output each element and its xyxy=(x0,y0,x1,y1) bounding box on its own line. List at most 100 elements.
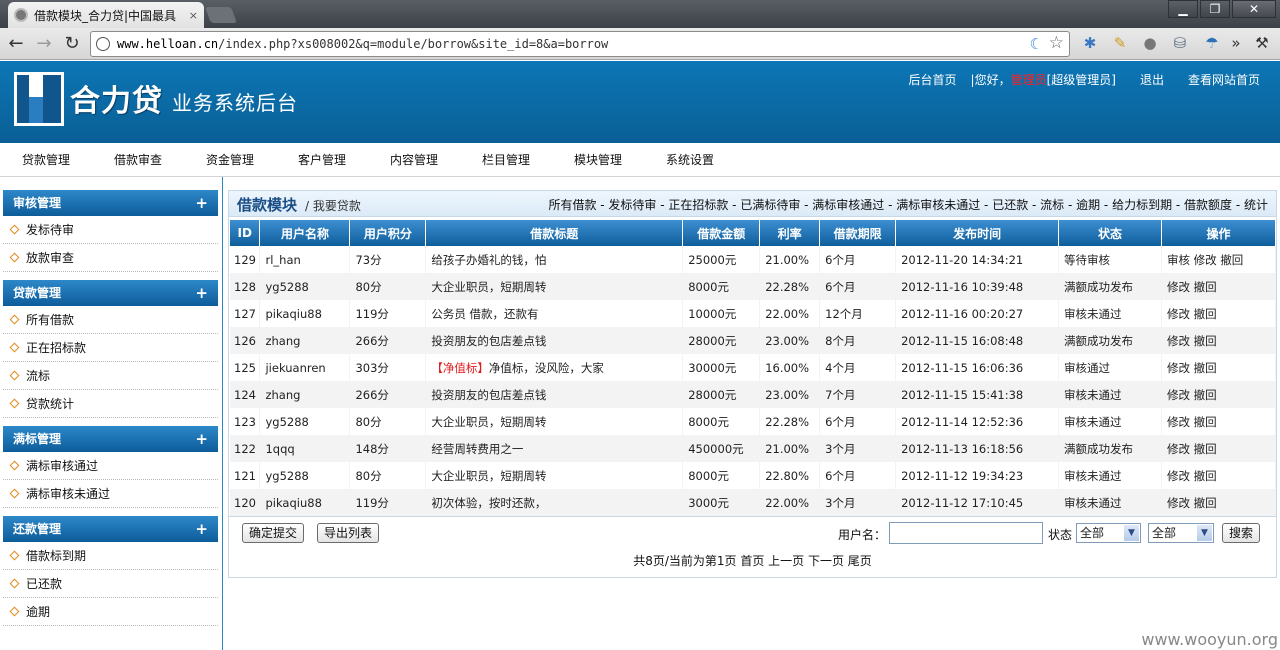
loan-title[interactable]: 初次体验，按时还款， xyxy=(425,489,684,516)
loan-actions[interactable]: 修改 撤回 xyxy=(1161,462,1277,489)
column-header[interactable]: 操作 xyxy=(1161,220,1277,246)
sidebar-group-header[interactable]: 贷款管理 + xyxy=(3,280,218,306)
admin-name[interactable]: 管理员 xyxy=(1011,71,1047,88)
table-row[interactable]: 127 pikaqiu88 119分 公务员 借款，还款有 10000元 22.00% 12… xyxy=(230,300,1277,327)
column-header[interactable]: 用户积分 xyxy=(349,220,427,246)
plus-icon[interactable]: + xyxy=(195,190,208,216)
column-header[interactable]: 利率 xyxy=(759,220,821,246)
plus-icon[interactable]: + xyxy=(195,426,208,452)
plus-icon[interactable]: + xyxy=(195,280,208,306)
url-text[interactable]: www.helloan.cn/index.php?xs008002&q=modu… xyxy=(117,37,608,51)
puzzle-extension-icon[interactable]: ✱ xyxy=(1080,33,1100,53)
bookmark-star-icon[interactable]: ☆ xyxy=(1049,33,1064,53)
new-tab-button[interactable] xyxy=(205,7,237,23)
status-select[interactable]: 全部 ▼ xyxy=(1076,523,1141,543)
username-search-input[interactable] xyxy=(889,522,1043,544)
table-row[interactable]: 128 yg5288 80分 大企业职员，短期周转 8000元 22.28% 6个月 2012… xyxy=(230,273,1277,300)
loan-title[interactable]: 大企业职员，短期周转 xyxy=(425,462,684,489)
wrench-menu-icon[interactable]: ⚒ xyxy=(1252,33,1272,53)
column-header[interactable]: 用户名称 xyxy=(259,220,351,246)
loan-title-text[interactable]: 公务员 借款，还款有 xyxy=(431,307,538,321)
sidebar-item[interactable]: 放款审查 xyxy=(3,244,218,272)
confirm-submit-button[interactable]: 确定提交 xyxy=(242,523,305,543)
loan-title[interactable]: 【净值标】净值标，没风险，大家 xyxy=(425,354,684,381)
nav-item[interactable]: 客户管理 xyxy=(298,143,390,176)
loan-actions[interactable]: 修改 撤回 xyxy=(1161,273,1277,300)
loan-title[interactable]: 大企业职员，短期周转 xyxy=(425,273,684,300)
nav-item[interactable]: 模块管理 xyxy=(574,143,666,176)
loan-title-text[interactable]: 给孩子办婚礼的钱，怕 xyxy=(431,253,546,267)
sidebar-item[interactable]: 发标待审 xyxy=(3,216,218,244)
loan-actions[interactable]: 修改 撤回 xyxy=(1161,327,1277,354)
nav-item[interactable]: 内容管理 xyxy=(390,143,482,176)
sidebar-item[interactable]: 所有借款 xyxy=(3,306,218,334)
sidebar-item[interactable]: 正在招标款 xyxy=(3,334,218,362)
table-row[interactable]: 121 yg5288 80分 大企业职员，短期周转 8000元 22.80% 6个月 2012… xyxy=(230,462,1277,489)
loan-actions[interactable]: 修改 撤回 xyxy=(1161,381,1277,408)
loan-title-text[interactable]: 经营周转费用之一 xyxy=(431,442,523,456)
logout-link[interactable]: 退出 xyxy=(1140,71,1164,88)
reload-icon[interactable]: ↻ xyxy=(60,32,84,56)
sidebar-item[interactable]: 已还款 xyxy=(3,570,218,598)
weather-extension-icon[interactable]: ☂ xyxy=(1202,33,1222,53)
page-subtitle[interactable]: / 我要贷款 xyxy=(305,197,361,214)
loan-title-text[interactable]: 投资朋友的包店差点钱 xyxy=(431,334,546,348)
column-header[interactable]: ID xyxy=(230,220,261,246)
sidebar-group-header[interactable]: 满标管理 + xyxy=(3,426,218,452)
loan-title-text[interactable]: 净值标，没风险，大家 xyxy=(489,361,604,375)
plus-icon[interactable]: + xyxy=(195,516,208,542)
nav-item[interactable]: 栏目管理 xyxy=(482,143,574,176)
notes-extension-icon[interactable]: ✎ xyxy=(1110,33,1130,53)
pagination[interactable]: 共8页/当前为第1页 首页 上一页 下一页 尾页 xyxy=(229,552,1276,569)
browser-tab[interactable]: 借款模块_合力贷|中国最具 × xyxy=(8,2,204,28)
loan-actions[interactable]: 修改 撤回 xyxy=(1161,300,1277,327)
sidebar-item[interactable]: 满标审核通过 xyxy=(3,452,218,480)
nav-item[interactable]: 贷款管理 xyxy=(22,143,114,176)
loan-actions[interactable]: 修改 撤回 xyxy=(1161,408,1277,435)
column-header[interactable]: 借款标题 xyxy=(425,220,684,246)
column-header[interactable]: 借款期限 xyxy=(819,220,897,246)
tab-close-icon[interactable]: × xyxy=(189,9,198,22)
forward-arrow-icon[interactable]: → xyxy=(32,32,56,56)
close-window-button[interactable]: ✕ xyxy=(1232,0,1276,18)
loan-title-text[interactable]: 大企业职员，短期周转 xyxy=(431,280,546,294)
table-row[interactable]: 125 jiekuanren 303分 【净值标】净值标，没风险，大家 30000元 16… xyxy=(230,354,1277,381)
table-row[interactable]: 123 yg5288 80分 大企业职员，短期周转 8000元 22.28% 6个月 2012… xyxy=(230,408,1277,435)
view-site-link[interactable]: 查看网站首页 xyxy=(1188,71,1260,88)
sidebar-item[interactable]: 逾期 xyxy=(3,598,218,626)
maximize-button[interactable]: ❐ xyxy=(1200,0,1230,18)
loan-actions[interactable]: 修改 撤回 xyxy=(1161,354,1277,381)
table-row[interactable]: 126 zhang 266分 投资朋友的包店差点钱 28000元 23.00% 8个月 201… xyxy=(230,327,1277,354)
table-row[interactable]: 122 1qqq 148分 经营周转费用之一 450000元 21.00% 3个月 2012-… xyxy=(230,435,1277,462)
table-row[interactable]: 120 pikaqiu88 119分 初次体验，按时还款， 3000元 22.00% 3个月… xyxy=(230,489,1277,516)
search-button[interactable]: 搜索 xyxy=(1222,523,1261,543)
loan-actions[interactable]: 修改 撤回 xyxy=(1161,435,1277,462)
back-arrow-icon[interactable]: ← xyxy=(4,32,28,56)
loan-title[interactable]: 投资朋友的包店差点钱 xyxy=(425,381,684,408)
loan-title[interactable]: 经营周转费用之一 xyxy=(425,435,684,462)
database-extension-icon[interactable]: ⛁ xyxy=(1170,33,1190,53)
sidebar-item[interactable]: 流标 xyxy=(3,362,218,390)
loan-title-text[interactable]: 大企业职员，短期周转 xyxy=(431,469,546,483)
status-filter-links[interactable]: 所有借款 - 发标待审 - 正在招标款 - 已满标待审 - 满标审核通过 - 满… xyxy=(548,196,1268,213)
column-header[interactable]: 状态 xyxy=(1058,220,1162,246)
loan-title-text[interactable]: 投资朋友的包店差点钱 xyxy=(431,388,546,402)
column-header[interactable]: 发布时间 xyxy=(895,220,1060,246)
column-header[interactable]: 借款金额 xyxy=(682,220,761,246)
moon-extension-icon[interactable]: ☾ xyxy=(1030,35,1043,53)
loan-title-text[interactable]: 大企业职员，短期周转 xyxy=(431,415,546,429)
export-list-button[interactable]: 导出列表 xyxy=(317,523,380,543)
globe-extension-icon[interactable]: ● xyxy=(1140,33,1160,53)
loan-title[interactable]: 公务员 借款，还款有 xyxy=(425,300,684,327)
minimize-button[interactable]: ▁ xyxy=(1168,0,1198,18)
sidebar-item[interactable]: 贷款统计 xyxy=(3,390,218,418)
loan-title[interactable]: 给孩子办婚礼的钱，怕 xyxy=(425,246,684,273)
more-extensions-icon[interactable]: » xyxy=(1226,33,1246,53)
sidebar-group-header[interactable]: 还款管理 + xyxy=(3,516,218,542)
table-row[interactable]: 129 rl_han 73分 给孩子办婚礼的钱，怕 25000元 21.00% 6个月 201… xyxy=(230,246,1277,273)
address-bar[interactable]: www.helloan.cn/index.php?xs008002&q=modu… xyxy=(90,31,1070,57)
loan-title[interactable]: 投资朋友的包店差点钱 xyxy=(425,327,684,354)
nav-item[interactable]: 借款审查 xyxy=(114,143,206,176)
nav-item[interactable]: 资金管理 xyxy=(206,143,298,176)
sidebar-group-header[interactable]: 审核管理 + xyxy=(3,190,218,216)
